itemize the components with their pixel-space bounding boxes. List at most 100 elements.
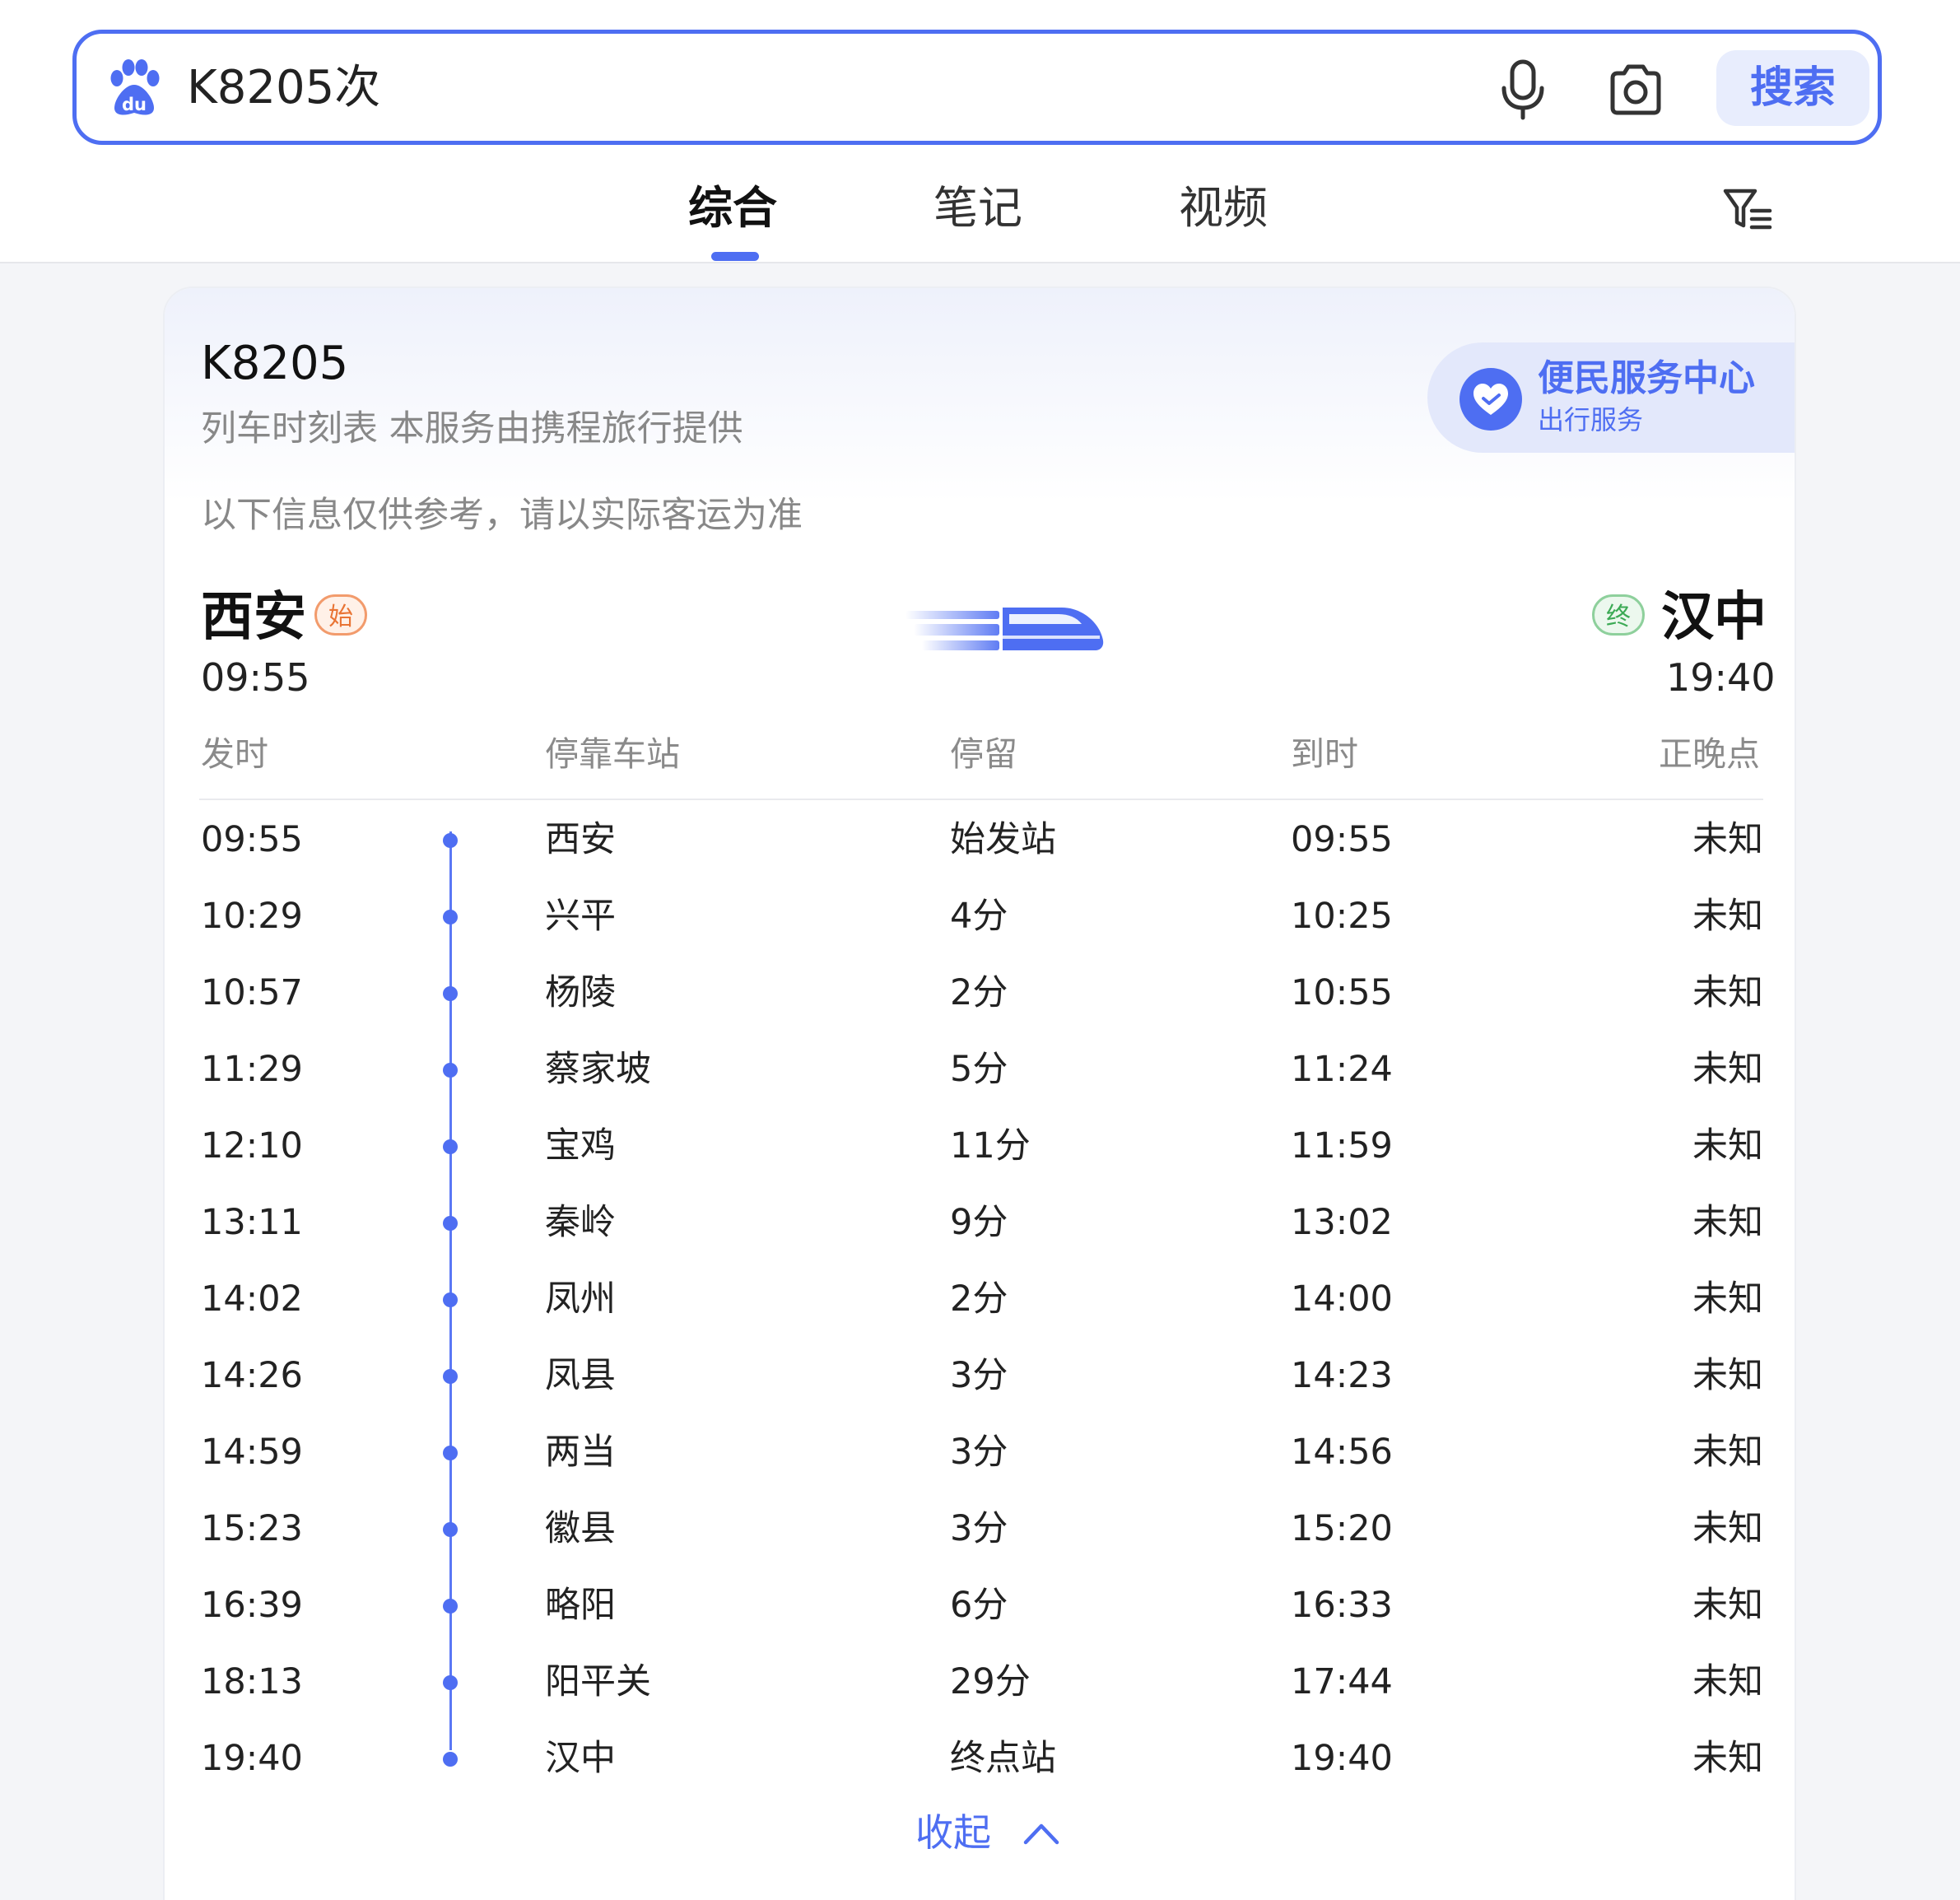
delay-status: 未知 <box>1692 1355 1763 1396</box>
station-name: 略阳 <box>545 1585 616 1626</box>
service-center-button[interactable]: 便民服务中心 出行服务 <box>1427 342 1795 453</box>
arrive-time: 19:40 <box>1291 1738 1393 1779</box>
stay-duration: 6分 <box>950 1585 1008 1626</box>
stay-duration: 2分 <box>950 972 1008 1013</box>
service-center-title: 便民服务中心 <box>1538 357 1755 399</box>
card-subtitle: 列车时刻表 本服务由携程旅行提供 <box>201 408 743 449</box>
arrive-time: 13:02 <box>1291 1202 1393 1243</box>
delay-status: 未知 <box>1692 1661 1763 1702</box>
search-box[interactable]: du K8205次 搜索 <box>72 30 1882 145</box>
stay-duration: 9分 <box>950 1202 1008 1243</box>
station-name: 汉中 <box>545 1738 616 1779</box>
search-input[interactable]: K8205次 <box>187 55 380 121</box>
column-header-arrive: 到时 <box>1291 734 1358 774</box>
column-header-status: 正晚点 <box>1659 734 1760 774</box>
table-row: 15:23 徽县 3分 15:20 未知 <box>165 1491 1795 1567</box>
delay-status: 未知 <box>1692 1585 1763 1626</box>
delay-status: 未知 <box>1692 896 1763 937</box>
depart-time: 16:39 <box>201 1585 303 1626</box>
station-name: 两当 <box>545 1432 616 1473</box>
table-row: 19:40 汉中 终点站 19:40 未知 <box>165 1721 1795 1797</box>
delay-status: 未知 <box>1692 1278 1763 1320</box>
delay-status: 未知 <box>1692 972 1763 1013</box>
station-name: 徽县 <box>545 1508 616 1549</box>
station-name: 凤州 <box>545 1278 616 1320</box>
stop-dot <box>443 1216 458 1231</box>
arrive-time: 11:24 <box>1291 1049 1393 1090</box>
depart-time: 10:29 <box>201 896 303 937</box>
depart-time: 09:55 <box>201 819 303 860</box>
stay-duration: 29分 <box>950 1661 1031 1702</box>
tab-videos[interactable]: 视频 <box>1179 173 1268 244</box>
table-row: 13:11 秦岭 9分 13:02 未知 <box>165 1185 1795 1261</box>
stop-dot <box>443 1599 458 1614</box>
stay-duration: 4分 <box>950 896 1008 937</box>
stop-dot <box>443 986 458 1001</box>
arrive-time: 09:55 <box>1291 819 1393 860</box>
column-header-stay: 停留 <box>950 734 1017 774</box>
arrive-time: 10:25 <box>1291 896 1393 937</box>
chevron-up-icon <box>1023 1823 1059 1845</box>
stop-dot <box>443 1522 458 1537</box>
depart-time: 14:02 <box>201 1278 303 1320</box>
delay-status: 未知 <box>1692 1125 1763 1167</box>
station-name: 秦岭 <box>545 1202 616 1243</box>
depart-time: 11:29 <box>201 1049 303 1090</box>
column-header-station: 停靠车站 <box>545 734 680 774</box>
table-row: 14:59 两当 3分 14:56 未知 <box>165 1414 1795 1491</box>
stop-dot <box>443 1369 458 1384</box>
table-row: 10:29 兴平 4分 10:25 未知 <box>165 878 1795 955</box>
station-name: 杨陵 <box>545 972 616 1013</box>
camera-icon[interactable] <box>1604 58 1667 121</box>
depart-time: 19:40 <box>201 1738 303 1779</box>
stop-dot <box>443 1675 458 1690</box>
table-row: 09:55 西安 始发站 09:55 未知 <box>165 802 1795 878</box>
train-number: K8205 <box>201 337 349 390</box>
table-row: 18:13 阳平关 29分 17:44 未知 <box>165 1644 1795 1721</box>
stop-dot <box>443 833 458 848</box>
depart-time: 15:23 <box>201 1508 303 1549</box>
microphone-icon[interactable] <box>1494 57 1552 123</box>
destination-city: 汉中 <box>1661 587 1767 648</box>
header-divider <box>199 799 1763 800</box>
table-row: 12:10 宝鸡 11分 11:59 未知 <box>165 1108 1795 1185</box>
filter-icon[interactable] <box>1722 186 1773 232</box>
station-name: 西安 <box>545 819 616 860</box>
delay-status: 未知 <box>1692 819 1763 860</box>
baidu-paw-icon: du <box>110 59 160 115</box>
station-name: 兴平 <box>545 896 616 937</box>
delay-status: 未知 <box>1692 1432 1763 1473</box>
stop-dot <box>443 910 458 924</box>
tab-notes[interactable]: 笔记 <box>933 173 1022 244</box>
depart-time: 14:26 <box>201 1355 303 1396</box>
stay-duration: 3分 <box>950 1508 1008 1549</box>
stay-duration: 5分 <box>950 1049 1008 1090</box>
collapse-button[interactable]: 收起 <box>915 1803 1059 1862</box>
search-button[interactable]: 搜索 <box>1716 50 1869 126</box>
station-name: 凤县 <box>545 1355 616 1396</box>
arrive-time: 10:55 <box>1291 972 1393 1013</box>
table-row: 14:02 凤州 2分 14:00 未知 <box>165 1261 1795 1338</box>
stay-duration: 始发站 <box>950 819 1056 860</box>
origin-time: 09:55 <box>201 655 310 700</box>
arrive-time: 14:23 <box>1291 1355 1393 1396</box>
depart-time: 14:59 <box>201 1432 303 1473</box>
table-row: 14:26 凤县 3分 14:23 未知 <box>165 1338 1795 1414</box>
stop-dot <box>443 1063 458 1078</box>
destination-badge: 终 <box>1592 594 1645 636</box>
tab-comprehensive[interactable]: 综合 <box>688 173 777 244</box>
column-header-depart: 发时 <box>201 734 268 774</box>
stop-dot <box>443 1752 458 1767</box>
stay-duration: 3分 <box>950 1432 1008 1473</box>
table-row: 10:57 杨陵 2分 10:55 未知 <box>165 955 1795 1031</box>
destination-time: 19:40 <box>1666 655 1776 700</box>
stop-dot <box>443 1446 458 1460</box>
high-speed-train-icon <box>906 608 1104 650</box>
arrive-time: 15:20 <box>1291 1508 1393 1549</box>
delay-status: 未知 <box>1692 1202 1763 1243</box>
arrive-time: 17:44 <box>1291 1661 1393 1702</box>
train-timetable-card: K8205 列车时刻表 本服务由携程旅行提供 以下信息仅供参考，请以实际客运为准… <box>163 286 1796 1900</box>
delay-status: 未知 <box>1692 1049 1763 1090</box>
svg-text:du: du <box>122 95 147 114</box>
stay-duration: 3分 <box>950 1355 1008 1396</box>
